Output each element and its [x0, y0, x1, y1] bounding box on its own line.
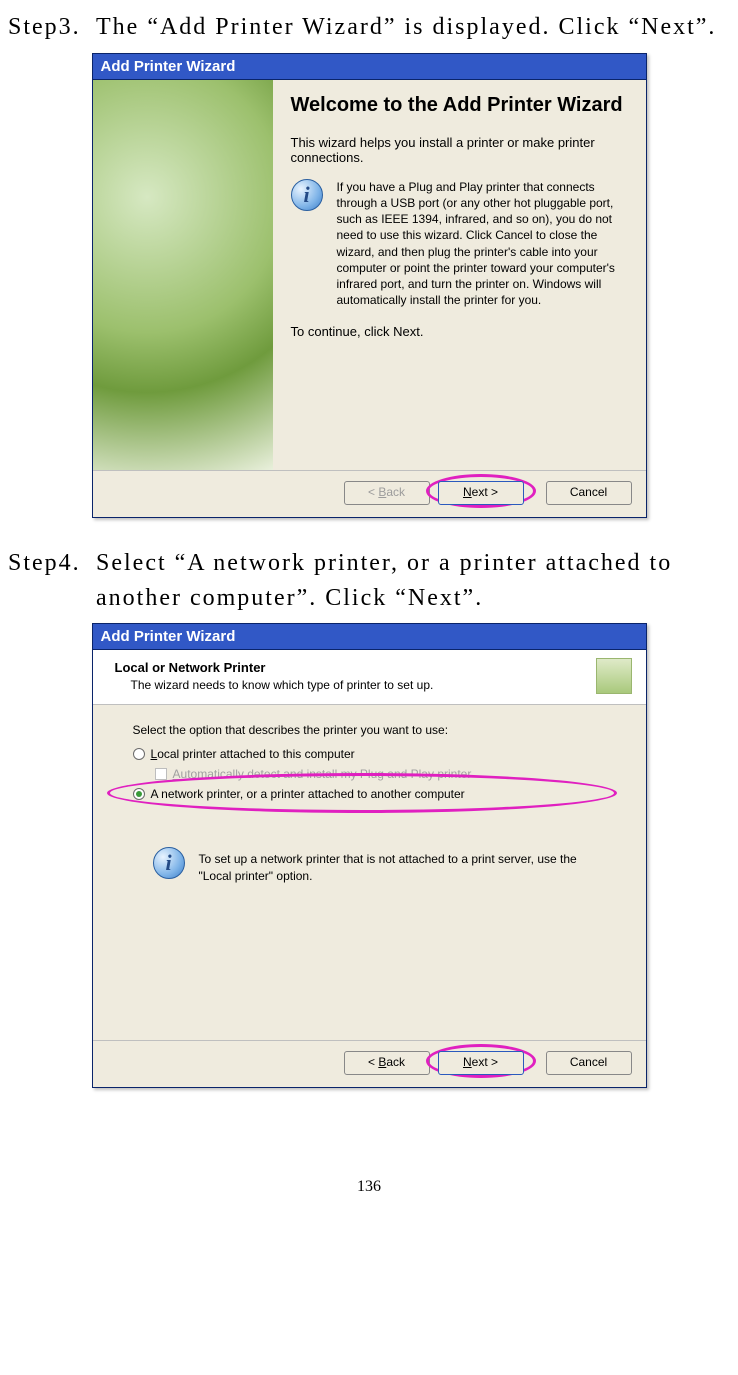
radio-network[interactable] [133, 788, 145, 800]
dialog2-button-bar: < Back Next > Cancel [93, 1040, 646, 1087]
dialog2-header-sub: The wizard needs to know which type of p… [131, 678, 628, 692]
figure-step3: Add Printer Wizard Welcome to the Add Pr… [8, 53, 730, 518]
info-icon: i [153, 847, 185, 879]
cancel-button[interactable]: Cancel [546, 481, 632, 505]
dialog2-header: Local or Network Printer The wizard need… [93, 650, 646, 705]
dialog2-note-text: To set up a network printer that is not … [199, 851, 606, 883]
dialog1-side-graphic [93, 80, 273, 470]
auto-accel: A [173, 767, 181, 781]
step3-row: Step3. The “Add Printer Wizard” is displ… [8, 10, 730, 45]
dialog1-body: Welcome to the Add Printer Wizard This w… [93, 80, 646, 470]
add-printer-wizard-dialog-1: Add Printer Wizard Welcome to the Add Pr… [92, 53, 647, 518]
option-auto-detect: Automatically detect and install my Plug… [155, 767, 606, 781]
back-button[interactable]: < Back [344, 1051, 430, 1075]
dialog1-info-block: i If you have a Plug and Play printer th… [291, 179, 632, 309]
step4-row: Step4. Select “A network printer, or a p… [8, 546, 730, 616]
option-local-printer[interactable]: Local printer attached to this computer [133, 747, 606, 761]
option-network-label: A network printer, or a printer attached… [151, 787, 465, 801]
dialog1-continue-text: To continue, click Next. [291, 324, 632, 339]
step4-text: Select “A network printer, or a printer … [96, 546, 730, 616]
dialog2-header-title: Local or Network Printer [115, 660, 628, 675]
dialog1-content: Welcome to the Add Printer Wizard This w… [273, 80, 646, 470]
dialog1-welcome-heading: Welcome to the Add Printer Wizard [291, 94, 632, 117]
next-button[interactable]: Next > [438, 1051, 524, 1075]
printer-icon [596, 658, 632, 694]
info-icon: i [291, 179, 323, 211]
dialog2-titlebar: Add Printer Wizard [93, 624, 646, 650]
step3-label: Step3. [8, 10, 96, 45]
dialog2-prompt: Select the option that describes the pri… [133, 723, 606, 737]
option-network-printer[interactable]: A network printer, or a printer attached… [133, 787, 606, 801]
dialog1-info-text: If you have a Plug and Play printer that… [337, 179, 632, 309]
page-number: 136 [8, 1178, 730, 1196]
dialog2-note-block: i To set up a network printer that is no… [153, 847, 606, 883]
dialog1-titlebar: Add Printer Wizard [93, 54, 646, 80]
back-button[interactable]: < Back [344, 481, 430, 505]
back-accel: B [378, 485, 386, 499]
checkbox-auto-detect [155, 768, 167, 780]
cancel-button[interactable]: Cancel [546, 1051, 632, 1075]
next-button[interactable]: Next > [438, 481, 524, 505]
back-accel: B [378, 1055, 386, 1069]
dialog1-intro-text: This wizard helps you install a printer … [291, 135, 632, 165]
dialog2-content: Select the option that describes the pri… [93, 705, 646, 1040]
next-accel: N [463, 485, 472, 499]
dialog1-button-bar: < Back Next > Cancel [93, 470, 646, 517]
step4-label: Step4. [8, 546, 96, 616]
option-local-label: Local printer attached to this computer [151, 747, 355, 761]
option-auto-label: Automatically detect and install my Plug… [173, 767, 472, 781]
local-accel: L [151, 747, 158, 761]
dialog2-body: Local or Network Printer The wizard need… [93, 650, 646, 1040]
add-printer-wizard-dialog-2: Add Printer Wizard Local or Network Prin… [92, 623, 647, 1088]
step3-text: The “Add Printer Wizard” is displayed. C… [96, 10, 730, 45]
figure-step4: Add Printer Wizard Local or Network Prin… [8, 623, 730, 1088]
next-accel: N [463, 1055, 472, 1069]
radio-local[interactable] [133, 748, 145, 760]
